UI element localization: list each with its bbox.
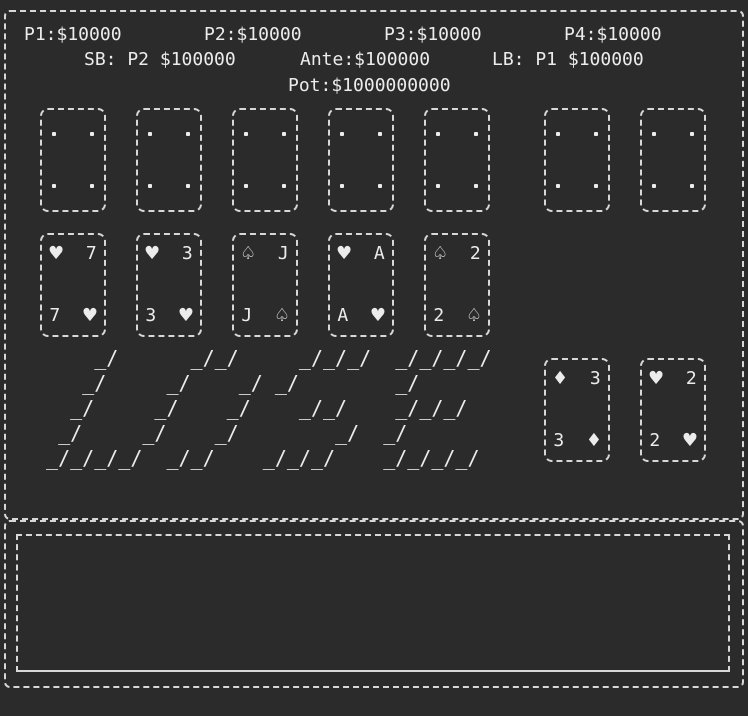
- message-box[interactable]: [16, 534, 730, 672]
- spade-outline-icon: ♤: [465, 305, 482, 326]
- face-down-card: [544, 108, 610, 212]
- ascii-art-line: _/ _/ _/ _/ _/: [34, 421, 492, 445]
- player-card: ♦ 3 3 ♦: [544, 358, 610, 462]
- heart-icon: ♥: [177, 305, 194, 326]
- player-3-balance: P3:$10000: [384, 24, 482, 45]
- card-rank: 2: [685, 368, 697, 389]
- diamond-icon: ♦: [585, 430, 602, 451]
- card-rank: 3: [181, 243, 193, 264]
- face-down-card: [640, 108, 706, 212]
- card-rank: A: [373, 243, 385, 264]
- player-1-balance: P1:$10000: [24, 24, 122, 45]
- card-rank: 3: [145, 305, 157, 326]
- card-rank: J: [277, 243, 289, 264]
- player-2-balance: P2:$10000: [204, 24, 302, 45]
- ante-label: Ante:$100000: [300, 49, 431, 70]
- ascii-art-line: _/ _/_/ _/_/_/ _/_/_/_/: [34, 346, 492, 370]
- face-down-card: [136, 108, 202, 212]
- board-card: ♥ 7 7 ♥: [40, 233, 106, 337]
- face-down-card: [328, 108, 394, 212]
- ascii-art-line: _/_/_/_/ _/_/ _/_/_/ _/_/_/_/: [34, 446, 492, 470]
- spade-outline-icon: ♤: [432, 243, 449, 264]
- card-rank: 7: [49, 305, 61, 326]
- ascii-art-line: _/ _/ _/ _/ _/: [34, 371, 492, 395]
- card-rank: 7: [85, 243, 97, 264]
- heart-icon: ♥: [648, 368, 665, 389]
- heart-icon: ♥: [369, 305, 386, 326]
- board-card: ♤ 2 2 ♤: [424, 233, 490, 337]
- player-4-balance: P4:$10000: [564, 24, 662, 45]
- diamond-icon: ♦: [552, 368, 569, 389]
- face-down-card: [40, 108, 106, 212]
- large-blind-label: LB: P1 $100000: [492, 49, 644, 70]
- heart-icon: ♥: [336, 243, 353, 264]
- spade-outline-icon: ♤: [273, 305, 290, 326]
- card-rank: 3: [553, 430, 565, 451]
- card-rank: 2: [649, 430, 661, 451]
- ascii-art-line: _/ _/ _/ _/_/ _/_/_/: [34, 396, 492, 420]
- face-down-card: [424, 108, 490, 212]
- card-rank: 3: [589, 368, 601, 389]
- spade-outline-icon: ♤: [240, 243, 257, 264]
- pot-label: Pot:$1000000000: [288, 75, 451, 96]
- board-card: ♥ 3 3 ♥: [136, 233, 202, 337]
- heart-icon: ♥: [48, 243, 65, 264]
- card-rank: 2: [469, 243, 481, 264]
- face-down-card: [232, 108, 298, 212]
- player-card: ♥ 2 2 ♥: [640, 358, 706, 462]
- heart-icon: ♥: [144, 243, 161, 264]
- board-card: ♤ J J ♤: [232, 233, 298, 337]
- board-card: ♥ A A ♥: [328, 233, 394, 337]
- heart-icon: ♥: [81, 305, 98, 326]
- small-blind-label: SB: P2 $100000: [84, 49, 236, 70]
- card-rank: 2: [433, 305, 445, 326]
- card-rank: A: [337, 305, 349, 326]
- heart-icon: ♥: [681, 430, 698, 451]
- card-rank: J: [241, 305, 253, 326]
